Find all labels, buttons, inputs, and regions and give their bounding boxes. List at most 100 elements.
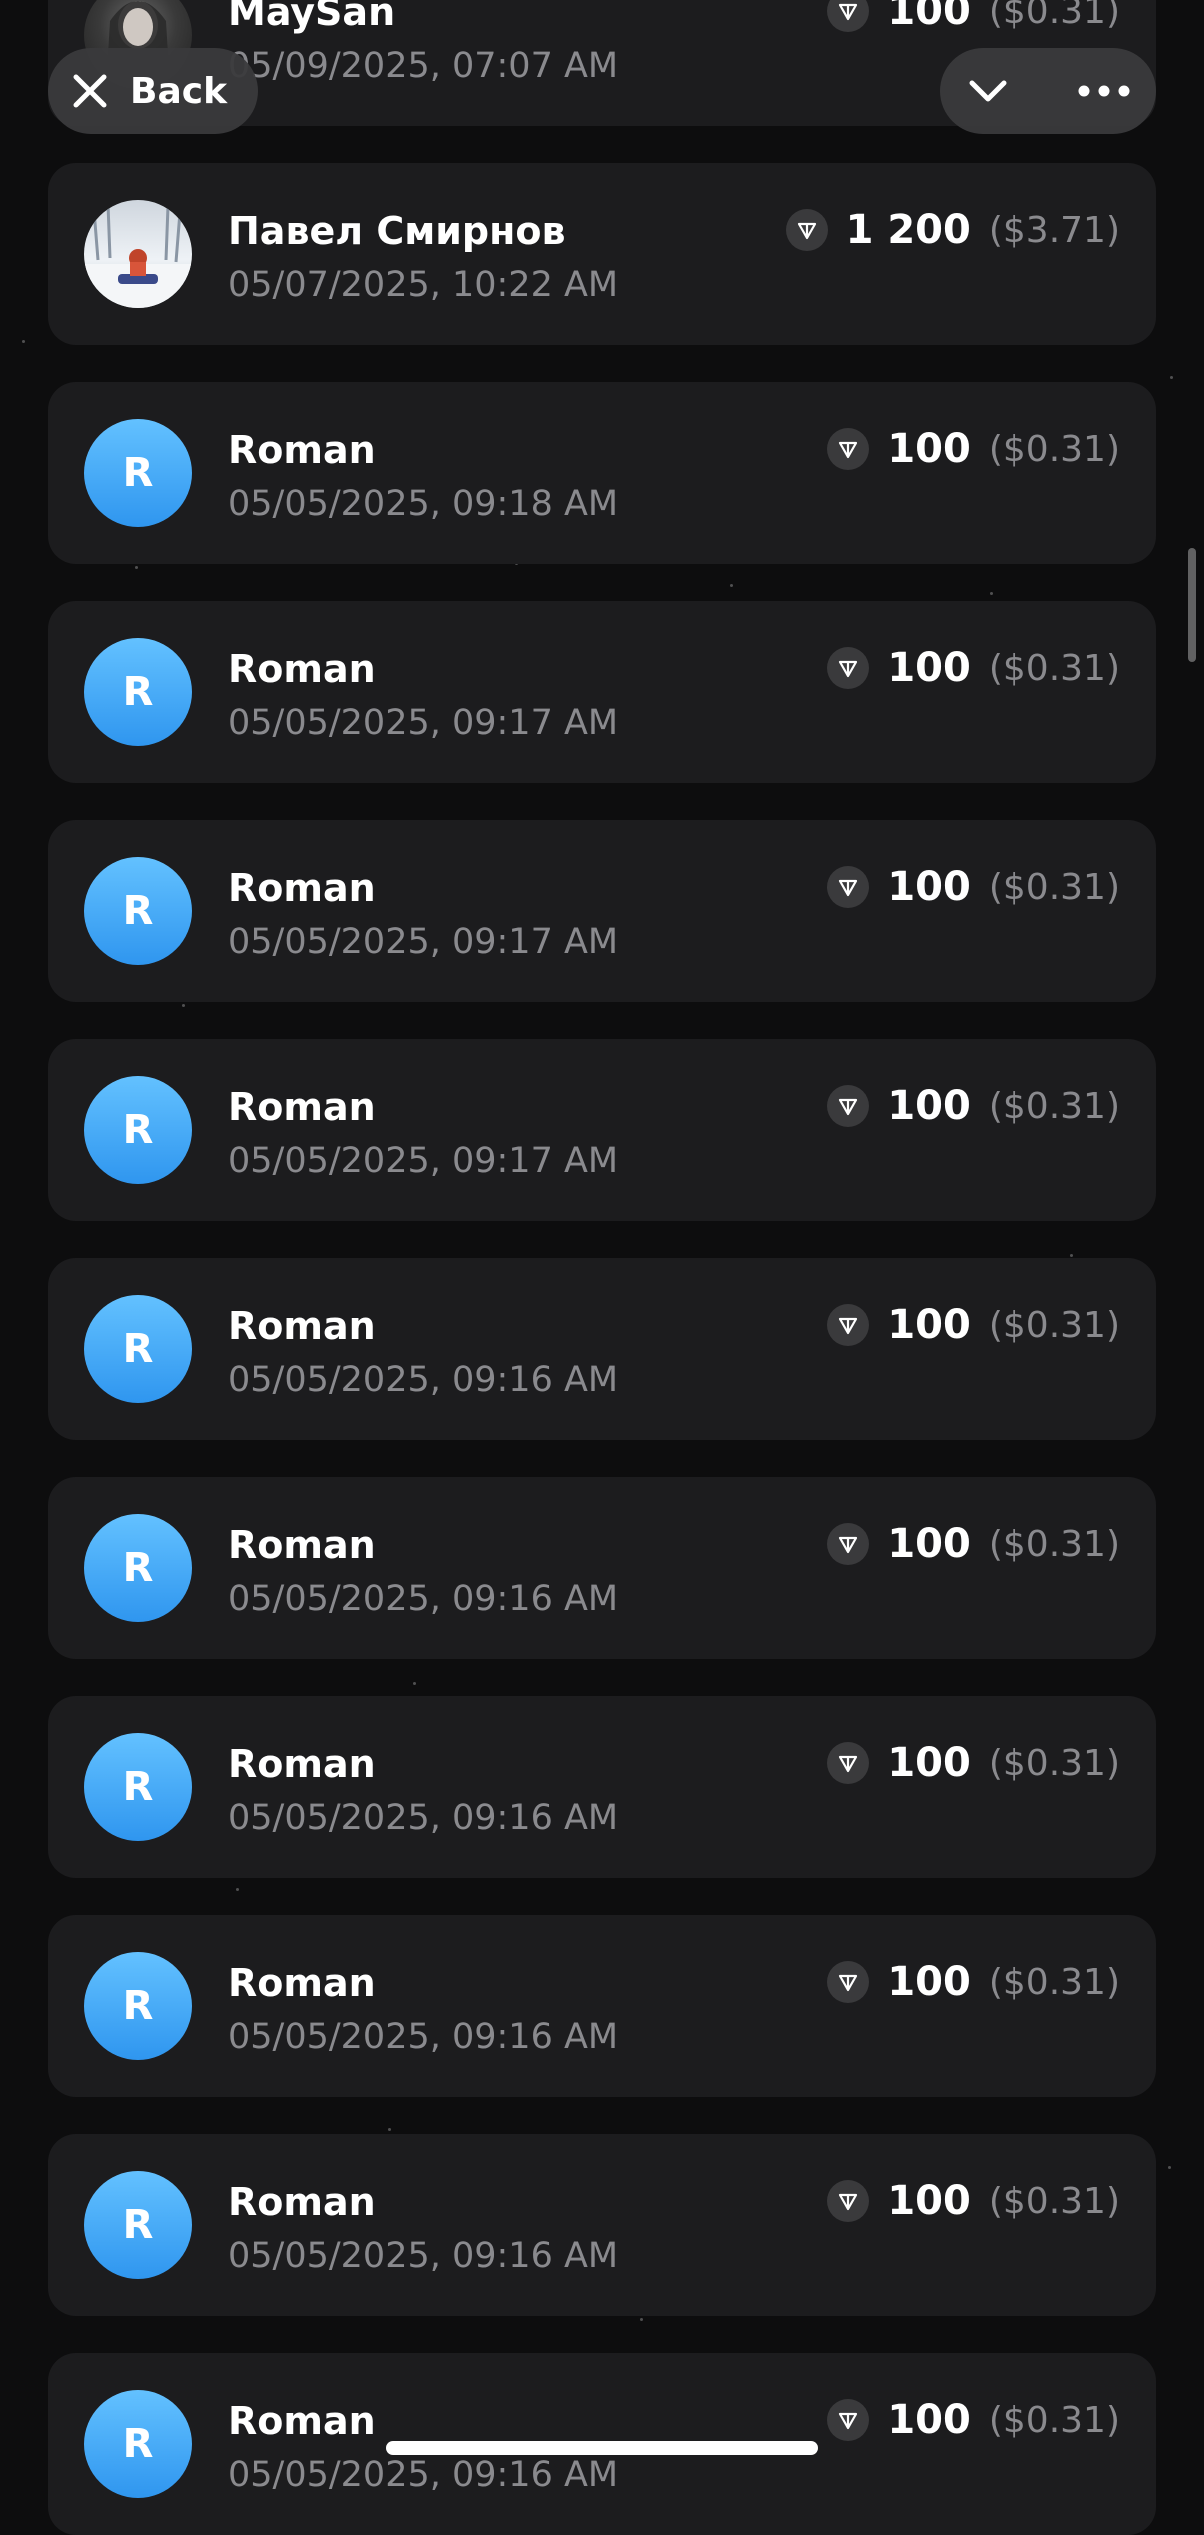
home-indicator bbox=[386, 2441, 818, 2455]
amount-usd: ($0.31) bbox=[988, 647, 1120, 689]
sender-name: Roman bbox=[228, 1304, 376, 1348]
amount-value: 100 bbox=[887, 1740, 971, 1786]
scrollbar[interactable] bbox=[1188, 548, 1196, 662]
avatar-letter: R bbox=[122, 1326, 154, 1372]
avatar-letter: R bbox=[122, 888, 154, 934]
amount-value: 100 bbox=[887, 1959, 971, 2005]
amount-group: 100 ($0.31) bbox=[827, 1740, 1120, 1786]
ton-icon bbox=[827, 2180, 870, 2222]
transaction-date: 05/07/2025, 10:22 AM bbox=[228, 265, 619, 305]
sender-name: Roman bbox=[228, 1742, 376, 1786]
amount-usd: ($0.31) bbox=[988, 1304, 1120, 1346]
amount-usd: ($0.31) bbox=[988, 1085, 1120, 1127]
amount-usd: ($0.31) bbox=[988, 2180, 1120, 2222]
back-button[interactable]: Back bbox=[48, 48, 258, 134]
transaction-date: 05/05/2025, 09:18 AM bbox=[228, 484, 619, 524]
avatar: R bbox=[84, 638, 192, 746]
avatar-letter: R bbox=[122, 2421, 154, 2467]
amount-usd: ($0.31) bbox=[988, 1961, 1120, 2003]
amount-group: 100 ($0.31) bbox=[827, 864, 1120, 910]
sender-name: Roman bbox=[228, 1961, 376, 2005]
close-icon bbox=[73, 74, 107, 108]
top-bar: Back bbox=[0, 0, 1204, 150]
ton-icon bbox=[827, 1742, 870, 1784]
transaction-item[interactable]: R Roman 05/05/2025, 09:16 AM 100 ($0.31) bbox=[48, 2134, 1156, 2316]
amount-value: 100 bbox=[887, 1302, 971, 1348]
sender-name: Roman bbox=[228, 2180, 376, 2224]
amount-usd: ($3.71) bbox=[988, 209, 1120, 251]
amount-value: 100 bbox=[887, 2397, 971, 2443]
amount-group: 100 ($0.31) bbox=[827, 426, 1120, 472]
avatar-letter: R bbox=[122, 1764, 154, 1810]
avatar: R bbox=[84, 857, 192, 965]
avatar-letter: R bbox=[122, 1107, 154, 1153]
amount-group: 100 ($0.31) bbox=[827, 1521, 1120, 1567]
amount-usd: ($0.31) bbox=[988, 1523, 1120, 1565]
amount-usd: ($0.31) bbox=[988, 1742, 1120, 1784]
transaction-item[interactable]: R Roman 05/05/2025, 09:16 AM 100 ($0.31) bbox=[48, 1477, 1156, 1659]
transaction-date: 05/05/2025, 09:17 AM bbox=[228, 1141, 619, 1181]
avatar-letter: R bbox=[122, 1983, 154, 2029]
amount-value: 100 bbox=[887, 426, 971, 472]
amount-value: 100 bbox=[887, 1083, 971, 1129]
avatar: R bbox=[84, 419, 192, 527]
amount-group: 100 ($0.31) bbox=[827, 1302, 1120, 1348]
avatar-letter: R bbox=[122, 2202, 154, 2248]
sender-name: Roman bbox=[228, 866, 376, 910]
avatar: R bbox=[84, 1514, 192, 1622]
transaction-item[interactable]: R Roman 05/05/2025, 09:17 AM 100 ($0.31) bbox=[48, 1039, 1156, 1221]
chevron-down-icon[interactable] bbox=[966, 69, 1010, 113]
transaction-item[interactable]: R Roman 05/05/2025, 09:16 AM 100 ($0.31) bbox=[48, 1258, 1156, 1440]
transaction-date: 05/05/2025, 09:17 AM bbox=[228, 703, 619, 743]
transaction-date: 05/05/2025, 09:16 AM bbox=[228, 2236, 619, 2276]
sender-name: Roman bbox=[228, 1523, 376, 1567]
amount-group: 100 ($0.31) bbox=[827, 1083, 1120, 1129]
ton-icon bbox=[827, 866, 870, 908]
starfield-background bbox=[0, 0, 1204, 2482]
transaction-item[interactable]: R Roman 05/05/2025, 09:17 AM 100 ($0.31) bbox=[48, 820, 1156, 1002]
ton-icon bbox=[785, 209, 828, 251]
transaction-date: 05/05/2025, 09:16 AM bbox=[228, 2455, 619, 2495]
ton-icon bbox=[827, 1085, 870, 1127]
avatar-letter: R bbox=[122, 669, 154, 715]
more-icon[interactable] bbox=[1076, 69, 1132, 113]
amount-group: 100 ($0.31) bbox=[827, 1959, 1120, 2005]
avatar: R bbox=[84, 1733, 192, 1841]
amount-value: 100 bbox=[887, 1521, 971, 1567]
avatar: R bbox=[84, 1952, 192, 2060]
avatar-letter: R bbox=[122, 450, 154, 496]
transaction-date: 05/05/2025, 09:17 AM bbox=[228, 922, 619, 962]
transaction-item[interactable]: R Roman 05/05/2025, 09:18 AM 100 ($0.31) bbox=[48, 382, 1156, 564]
sender-name: Roman bbox=[228, 2399, 376, 2443]
amount-usd: ($0.31) bbox=[988, 866, 1120, 908]
ton-icon bbox=[827, 428, 870, 470]
sender-name: Roman bbox=[228, 647, 376, 691]
sender-name: Павел Смирнов bbox=[228, 209, 566, 253]
amount-group: 100 ($0.31) bbox=[827, 2397, 1120, 2443]
sender-name: Roman bbox=[228, 428, 376, 472]
transaction-date: 05/05/2025, 09:16 AM bbox=[228, 1798, 619, 1838]
transaction-item[interactable]: Павел Смирнов 05/07/2025, 10:22 AM 1 200 ($… bbox=[48, 163, 1156, 345]
transaction-date: 05/05/2025, 09:16 AM bbox=[228, 1579, 619, 1619]
amount-usd: ($0.31) bbox=[988, 428, 1120, 470]
amount-value: 1 200 bbox=[845, 207, 971, 253]
ton-icon bbox=[827, 1523, 870, 1565]
transaction-item[interactable]: R Roman 05/05/2025, 09:17 AM 100 ($0.31) bbox=[48, 601, 1156, 783]
ton-icon bbox=[827, 2399, 870, 2441]
transaction-date: 05/05/2025, 09:16 AM bbox=[228, 2017, 619, 2057]
header-actions bbox=[940, 48, 1156, 134]
amount-value: 100 bbox=[887, 864, 971, 910]
transaction-item[interactable]: R Roman 05/05/2025, 09:16 AM 100 ($0.31) bbox=[48, 1915, 1156, 2097]
amount-group: 100 ($0.31) bbox=[827, 2178, 1120, 2224]
avatar bbox=[84, 200, 192, 308]
amount-group: 1 200 ($3.71) bbox=[785, 207, 1120, 253]
sender-name: Roman bbox=[228, 1085, 376, 1129]
transaction-item[interactable]: R Roman 05/05/2025, 09:16 AM 100 ($0.31) bbox=[48, 1696, 1156, 1878]
transaction-date: 05/05/2025, 09:16 AM bbox=[228, 1360, 619, 1400]
back-label: Back bbox=[130, 70, 228, 112]
avatar: R bbox=[84, 1295, 192, 1403]
amount-group: 100 ($0.31) bbox=[827, 645, 1120, 691]
amount-value: 100 bbox=[887, 2178, 971, 2224]
ton-icon bbox=[827, 1304, 870, 1346]
avatar: R bbox=[84, 2171, 192, 2279]
